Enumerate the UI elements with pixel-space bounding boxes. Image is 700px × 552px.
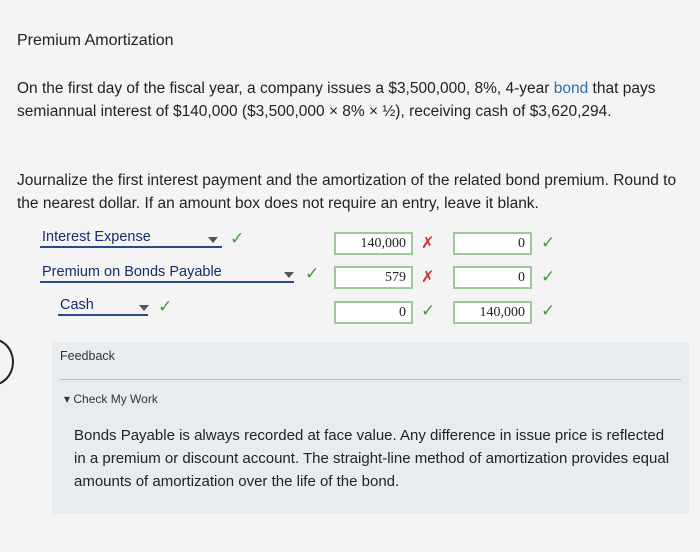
chevron-down-icon[interactable] <box>284 272 294 278</box>
instructions: Journalize the first interest payment an… <box>17 172 677 212</box>
credit-input-row2[interactable]: 0 <box>453 266 532 289</box>
feedback-title: Feedback <box>60 349 115 363</box>
x-icon: ✗ <box>421 235 435 252</box>
credit-input-row1[interactable]: 0 <box>453 232 532 255</box>
chevron-down-icon[interactable] <box>139 305 149 311</box>
check-icon: ✓ <box>541 301 556 320</box>
check-icon: ✓ <box>230 229 245 248</box>
divider <box>60 379 681 380</box>
account-label: Interest Expense <box>42 229 151 245</box>
debit-input-row2[interactable]: 579 <box>334 266 413 289</box>
account-select-cash[interactable]: Cash <box>58 297 148 316</box>
feedback-text: Bonds Payable is always recorded at face… <box>74 427 670 490</box>
bond-glossary-link[interactable]: bond <box>554 80 588 97</box>
chevron-down-icon[interactable] <box>208 237 218 243</box>
triangle-down-icon: ▾ <box>64 392 71 406</box>
account-select-premium-on-bonds-payable[interactable]: Premium on Bonds Payable <box>40 264 294 283</box>
x-icon: ✗ <box>421 269 435 286</box>
account-select-interest-expense[interactable]: Interest Expense <box>40 229 222 248</box>
check-icon: ✓ <box>158 297 173 316</box>
credit-input-row3[interactable]: 140,000 <box>453 301 532 324</box>
feedback-panel: Feedback ▾ Check My Work Bonds Payable i… <box>52 342 689 514</box>
problem-text-1: On the first day of the fiscal year, a c… <box>17 80 554 97</box>
check-icon: ✓ <box>305 264 320 283</box>
debit-input-row1[interactable]: 140,000 <box>334 232 413 255</box>
check-my-work-toggle[interactable]: ▾ Check My Work <box>64 392 158 406</box>
toggle-label: Check My Work <box>73 392 158 406</box>
page-title: Premium Amortization <box>17 32 174 49</box>
problem-statement: On the first day of the fiscal year, a c… <box>17 77 687 123</box>
check-icon: ✓ <box>541 233 556 252</box>
account-label: Cash <box>60 297 94 313</box>
check-icon: ✓ <box>541 267 556 286</box>
account-label: Premium on Bonds Payable <box>42 264 222 280</box>
debit-input-row3[interactable]: 0 <box>334 301 413 324</box>
decorative-circle <box>0 338 14 386</box>
check-icon: ✓ <box>421 301 436 320</box>
